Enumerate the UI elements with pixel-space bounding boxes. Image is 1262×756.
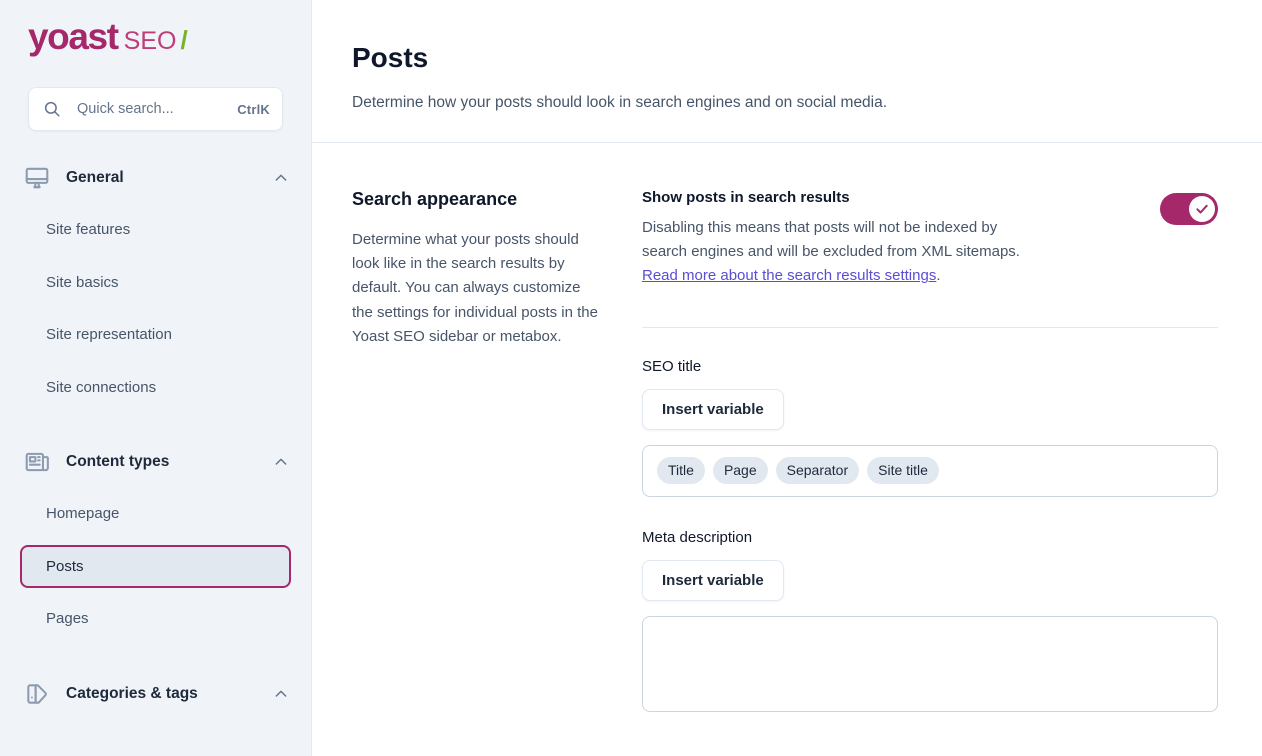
monitor-icon — [24, 165, 50, 191]
sidebar-group-label: Content types — [66, 453, 273, 471]
show-posts-in-search-results-toggle[interactable] — [1160, 193, 1218, 225]
sidebar-item-site-features[interactable]: Site features — [20, 208, 291, 252]
search-icon — [43, 100, 61, 118]
sidebar-item-site-representation[interactable]: Site representation — [20, 313, 291, 357]
sidebar-submenu-general: Site features Site basics Site represent… — [0, 208, 311, 409]
variable-pill-page[interactable]: Page — [713, 457, 768, 484]
chevron-up-icon[interactable] — [273, 686, 289, 702]
show-posts-description-part-1: Disabling this means that posts will not… — [642, 219, 1020, 260]
variable-pill-separator[interactable]: Separator — [776, 457, 859, 484]
sidebar-item-posts[interactable]: Posts — [20, 545, 291, 589]
main-content: Posts Determine how your posts should lo… — [312, 0, 1262, 756]
seo-title-input[interactable]: Title Page Separator Site title — [642, 445, 1218, 497]
sidebar-group-general[interactable]: General — [0, 157, 311, 199]
meta-description-field: Meta description Insert variable — [642, 529, 1218, 712]
show-posts-toggle-row: Show posts in search results Disabling t… — [642, 189, 1218, 289]
variable-pill-site-title[interactable]: Site title — [867, 457, 939, 484]
article-icon — [24, 449, 50, 475]
check-icon — [1195, 202, 1209, 216]
seo-title-label: SEO title — [642, 358, 1218, 375]
sidebar-item-homepage[interactable]: Homepage — [20, 492, 291, 536]
show-posts-label: Show posts in search results — [642, 189, 1042, 206]
page-header: Posts Determine how your posts should lo… — [312, 0, 1262, 143]
sidebar-navigation: General Site features Site basics Site r… — [0, 157, 311, 715]
section-description-column: Search appearance Determine what your po… — [352, 189, 642, 712]
section-divider — [642, 327, 1218, 328]
sidebar-group-label: General — [66, 169, 273, 187]
section-heading: Search appearance — [352, 189, 602, 210]
yoast-seo-logo[interactable]: yoast SEO / — [0, 0, 311, 56]
show-posts-description-part-2: . — [936, 267, 940, 284]
page-subtitle: Determine how your posts should look in … — [352, 92, 1222, 114]
quick-search-wrapper: Quick search... CtrlK — [28, 87, 283, 131]
seo-title-field: SEO title Insert variable Title Page Sep… — [642, 358, 1218, 497]
toggle-knob — [1189, 196, 1215, 222]
search-appearance-section: Search appearance Determine what your po… — [312, 143, 1262, 712]
sidebar-group-label: Categories & tags — [66, 685, 273, 703]
sidebar-item-site-connections[interactable]: Site connections — [20, 366, 291, 410]
logo-seo-text: SEO — [124, 27, 177, 56]
logo-wordmark: yoast — [28, 18, 118, 55]
sidebar-group-content-types[interactable]: Content types — [0, 441, 311, 483]
sidebar: yoast SEO / Quick search... CtrlK — [0, 0, 312, 756]
section-fields-column: Show posts in search results Disabling t… — [642, 189, 1218, 712]
sidebar-item-pages[interactable]: Pages — [20, 597, 291, 641]
field-spacer — [642, 497, 1218, 529]
search-results-settings-link[interactable]: Read more about the search results setti… — [642, 267, 936, 284]
meta-description-textarea[interactable] — [642, 616, 1218, 712]
sidebar-item-site-basics[interactable]: Site basics — [20, 261, 291, 305]
tags-icon — [24, 681, 50, 707]
chevron-up-icon[interactable] — [273, 454, 289, 470]
section-description: Determine what your posts should look li… — [352, 228, 602, 349]
variable-pill-title[interactable]: Title — [657, 457, 705, 484]
meta-description-insert-variable-button[interactable]: Insert variable — [642, 560, 784, 601]
app-root: yoast SEO / Quick search... CtrlK — [0, 0, 1262, 756]
search-input[interactable]: Quick search... CtrlK — [28, 87, 283, 131]
page-title: Posts — [352, 42, 1222, 74]
chevron-up-icon[interactable] — [273, 170, 289, 186]
meta-description-label: Meta description — [642, 529, 1218, 546]
search-placeholder-text: Quick search... — [77, 101, 237, 117]
sidebar-submenu-content-types: Homepage Posts Pages — [0, 492, 311, 641]
sidebar-group-categories-tags[interactable]: Categories & tags — [0, 673, 311, 715]
logo-slash-icon: / — [180, 25, 187, 56]
show-posts-description: Disabling this means that posts will not… — [642, 216, 1042, 289]
search-shortcut-hint: CtrlK — [237, 102, 270, 117]
show-posts-text-block: Show posts in search results Disabling t… — [642, 189, 1042, 289]
seo-title-insert-variable-button[interactable]: Insert variable — [642, 389, 784, 430]
